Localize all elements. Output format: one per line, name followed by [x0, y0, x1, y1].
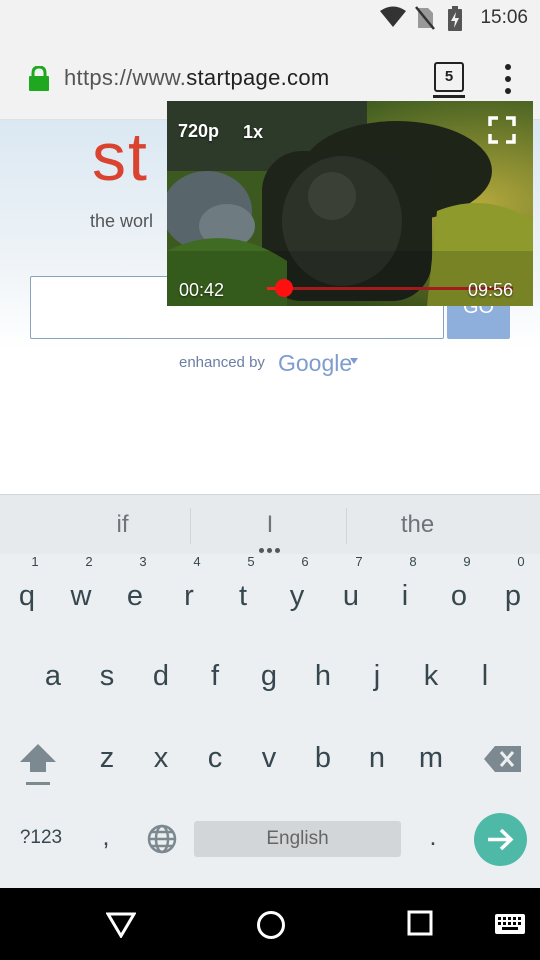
- key-label: p: [504, 580, 522, 612]
- key-w[interactable]: 2w: [60, 554, 102, 613]
- key-u[interactable]: 7u: [330, 554, 372, 613]
- key-hint: 9: [463, 554, 471, 569]
- tabs-icon[interactable]: 5: [433, 62, 465, 98]
- shift-icon[interactable]: [18, 742, 58, 796]
- back-icon[interactable]: [105, 912, 137, 942]
- key-hint: 1: [31, 554, 39, 569]
- key-label: i: [401, 580, 409, 612]
- key-f[interactable]: f: [194, 660, 236, 693]
- key-p[interactable]: 0p: [492, 554, 534, 613]
- duration: 09:56: [468, 280, 514, 300]
- key-g[interactable]: g: [248, 660, 290, 693]
- key-s[interactable]: s: [86, 660, 128, 693]
- key-q[interactable]: 1q: [6, 554, 48, 613]
- tab-count: 5: [444, 68, 454, 85]
- space-bar[interactable]: English: [194, 821, 401, 857]
- enhanced-by-label: enhanced by: [179, 354, 265, 371]
- site-logo[interactable]: st: [92, 120, 149, 196]
- comma-key[interactable]: ,: [96, 823, 116, 852]
- quality-selector[interactable]: 720p: [178, 121, 219, 142]
- key-e[interactable]: 3e: [114, 554, 156, 613]
- status-bar: 15:06: [0, 0, 540, 36]
- url-host: startpage.com: [186, 65, 330, 90]
- key-j[interactable]: j: [356, 660, 398, 693]
- key-d[interactable]: d: [140, 660, 182, 693]
- fullscreen-icon[interactable]: [488, 116, 516, 149]
- recents-icon[interactable]: [407, 910, 433, 940]
- home-icon[interactable]: [256, 910, 286, 944]
- key-n[interactable]: n: [356, 742, 398, 775]
- key-hint: 8: [409, 554, 417, 569]
- key-hint: 5: [247, 554, 255, 569]
- key-label: q: [18, 580, 36, 612]
- key-hint: 6: [301, 554, 309, 569]
- key-hint: 3: [139, 554, 147, 569]
- clock: 15:06: [480, 7, 528, 28]
- keyboard-switch-icon[interactable]: [495, 914, 525, 938]
- key-b[interactable]: b: [302, 742, 344, 775]
- key-x[interactable]: x: [140, 742, 182, 775]
- globe-icon[interactable]: [146, 823, 178, 863]
- key-label: u: [342, 580, 360, 612]
- google-link[interactable]: Google: [278, 350, 352, 377]
- key-r[interactable]: 4r: [168, 554, 210, 613]
- address-bar[interactable]: https://www.startpage.com: [64, 65, 330, 91]
- key-t[interactable]: 5t: [222, 554, 264, 613]
- site-tagline: the worl: [90, 211, 154, 231]
- url-scheme: https://www.: [64, 65, 187, 90]
- key-label: t: [238, 580, 248, 612]
- key-label: w: [70, 580, 92, 612]
- suggestion-1[interactable]: if: [60, 511, 185, 539]
- key-o[interactable]: 9o: [438, 554, 480, 613]
- wifi-icon: [380, 6, 406, 32]
- key-hint: 7: [355, 554, 363, 569]
- key-hint: 2: [85, 554, 93, 569]
- period-key[interactable]: .: [423, 823, 443, 852]
- key-label: e: [126, 580, 144, 612]
- key-label: y: [289, 580, 305, 612]
- key-h[interactable]: h: [302, 660, 344, 693]
- key-hint: 0: [517, 554, 525, 569]
- suggestion-divider: [190, 508, 191, 544]
- speed-selector[interactable]: 1x: [243, 122, 263, 143]
- current-time: 00:42: [179, 280, 225, 300]
- overflow-menu-icon[interactable]: [500, 64, 516, 94]
- google-dropdown-caret-icon[interactable]: [350, 358, 358, 364]
- key-l[interactable]: l: [464, 660, 506, 693]
- screen: { "status_bar": { "time": "15:06", "icon…: [0, 0, 540, 960]
- key-v[interactable]: v: [248, 742, 290, 775]
- lock-icon: [28, 65, 50, 96]
- key-c[interactable]: c: [194, 742, 236, 775]
- key-i[interactable]: 8i: [384, 554, 426, 613]
- no-sim-icon: [415, 6, 435, 34]
- key-hint: 4: [193, 554, 201, 569]
- key-m[interactable]: m: [410, 742, 452, 775]
- key-label: o: [450, 580, 468, 612]
- battery-charging-icon: [447, 6, 463, 36]
- key-label: r: [184, 580, 194, 612]
- navigation-bar: [0, 888, 540, 960]
- suggestion-3[interactable]: the: [355, 511, 480, 539]
- backspace-icon[interactable]: [483, 744, 523, 782]
- suggestion-2[interactable]: I: [210, 511, 330, 539]
- enter-arrow-icon[interactable]: [474, 813, 527, 866]
- suggestion-divider: [346, 508, 347, 544]
- key-a[interactable]: a: [32, 660, 74, 693]
- video-frame: [167, 101, 533, 306]
- symbols-key[interactable]: ?123: [12, 827, 70, 849]
- key-k[interactable]: k: [410, 660, 452, 693]
- key-y[interactable]: 6y: [276, 554, 318, 613]
- soft-keyboard: if I the 1q2w3e4r5t6y7u8i9o0p asdfghjkl …: [0, 494, 540, 888]
- key-z[interactable]: z: [86, 742, 128, 775]
- suggestion-strip: if I the: [0, 494, 540, 554]
- video-player[interactable]: 720p 1x 00:42 09:56: [167, 101, 533, 306]
